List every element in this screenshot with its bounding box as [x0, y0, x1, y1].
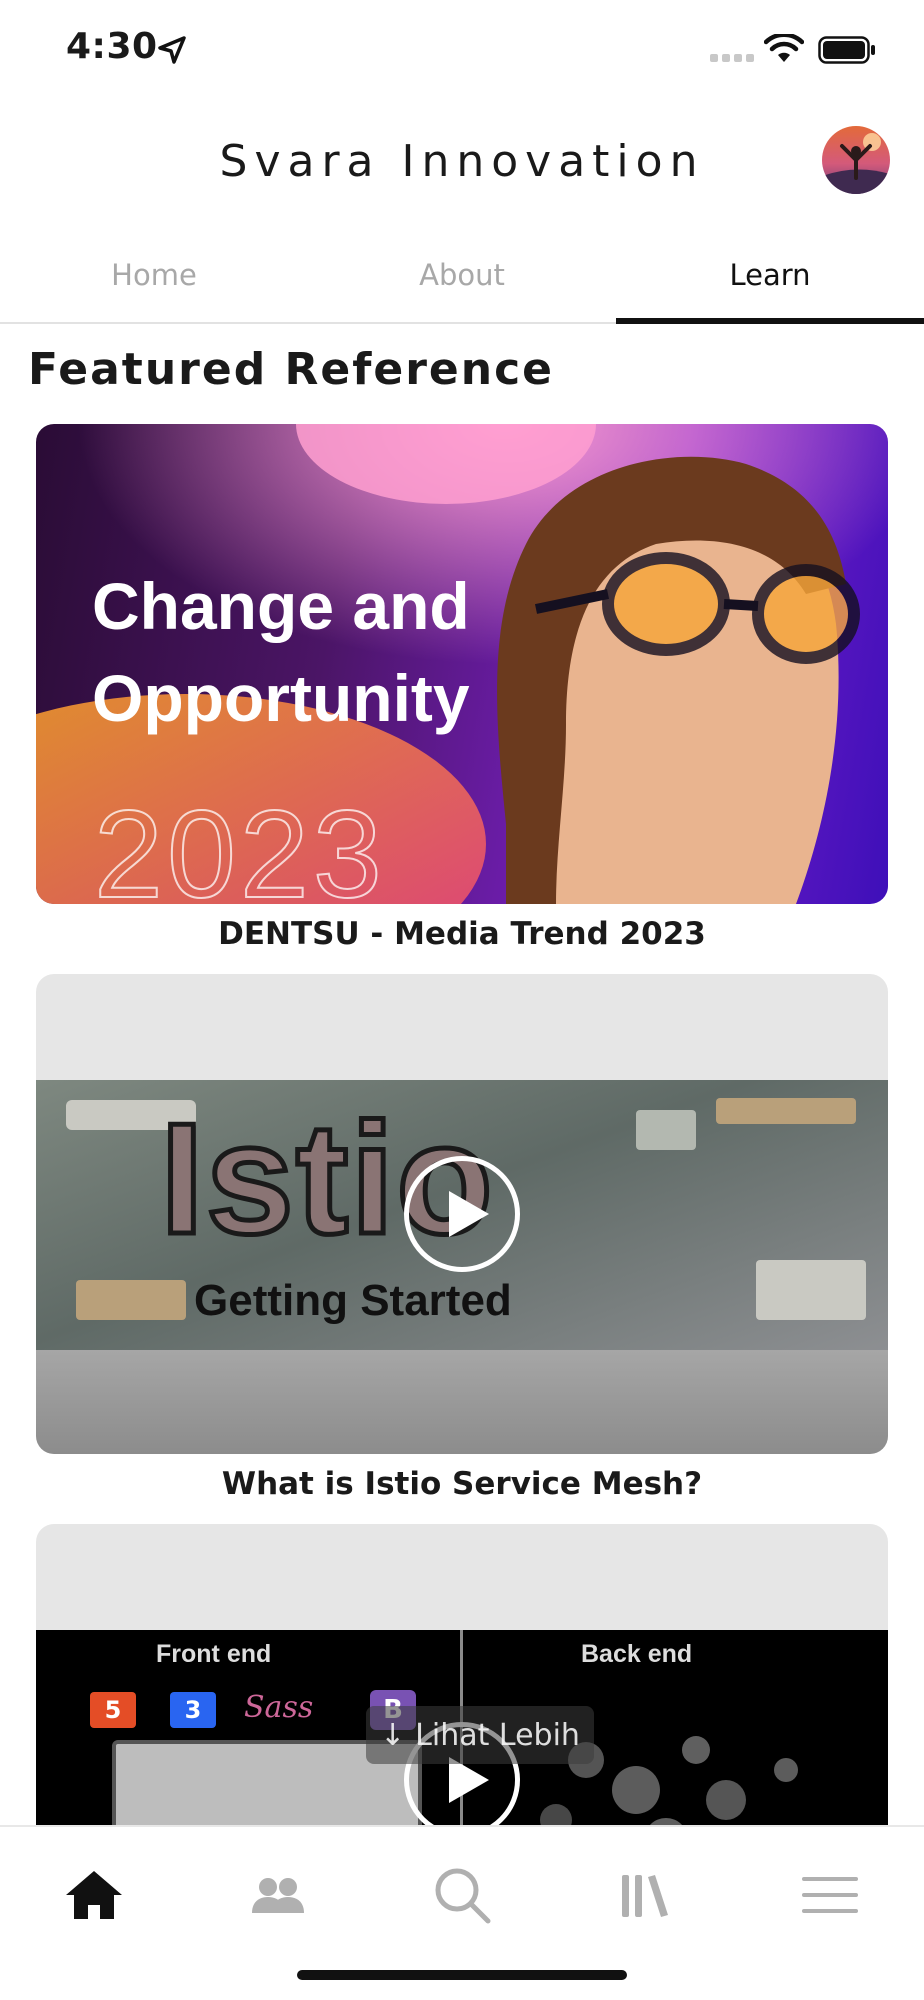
status-bar: 4:30 [0, 0, 924, 100]
avatar[interactable] [822, 126, 890, 194]
search-icon[interactable] [430, 1863, 494, 1927]
play-button[interactable] [404, 1156, 520, 1272]
library-icon[interactable] [614, 1863, 678, 1927]
tab-home[interactable]: Home [0, 230, 308, 322]
tab-bar: Home About Learn [0, 230, 924, 324]
tab-about[interactable]: About [308, 230, 616, 322]
arrow-down-icon: ↓ [380, 1717, 406, 1753]
menu-icon[interactable] [798, 1863, 862, 1927]
content-list: Change and Opportunity 2023 DENTSU - Med… [0, 420, 924, 1825]
signal-icon [710, 54, 754, 62]
app-title: Svara Innovation [219, 136, 705, 187]
video-subtitle: Getting Started [194, 1276, 512, 1325]
card-thumbnail-dentsu[interactable]: Change and Opportunity 2023 [36, 424, 888, 904]
tab-learn[interactable]: Learn [616, 230, 924, 324]
thumbnail-line-1: Change and [92, 569, 470, 643]
thumbnail-year: 2023 [93, 785, 386, 904]
sass-icon: Sass [244, 1690, 314, 1725]
css3-icon: 3 [170, 1692, 216, 1728]
html5-icon: 5 [90, 1692, 136, 1728]
wifi-icon [764, 34, 804, 62]
status-time: 4:30 [66, 26, 158, 67]
app-header: Svara Innovation [0, 100, 924, 230]
frontend-label: Front end [156, 1640, 272, 1668]
card-thumbnail-istio[interactable]: Istio Getting Started [36, 974, 888, 1454]
thumbnail-line-2: Opportunity [92, 661, 470, 735]
video-bottom-shade [36, 1350, 888, 1454]
card-caption-istio[interactable]: What is Istio Service Mesh? [0, 1466, 924, 1502]
card-caption-dentsu[interactable]: DENTSU - Media Trend 2023 [0, 916, 924, 952]
home-indicator [297, 1970, 627, 1980]
battery-icon [818, 36, 875, 64]
see-more-label: Lihat Lebih [415, 1717, 580, 1753]
home-icon[interactable] [62, 1863, 126, 1927]
thumbnail-headline: Change and Opportunity [92, 560, 470, 744]
card-thumbnail-frontend-backend[interactable]: Front end Back end 5 3 Sass B [36, 1524, 888, 1825]
avatar-image [822, 133, 890, 194]
community-icon[interactable] [246, 1863, 310, 1927]
see-more-button[interactable]: ↓ Lihat Lebih [366, 1706, 594, 1764]
section-title: Featured Reference [28, 344, 555, 395]
location-arrow-icon [158, 36, 186, 64]
backend-label: Back end [581, 1640, 693, 1668]
